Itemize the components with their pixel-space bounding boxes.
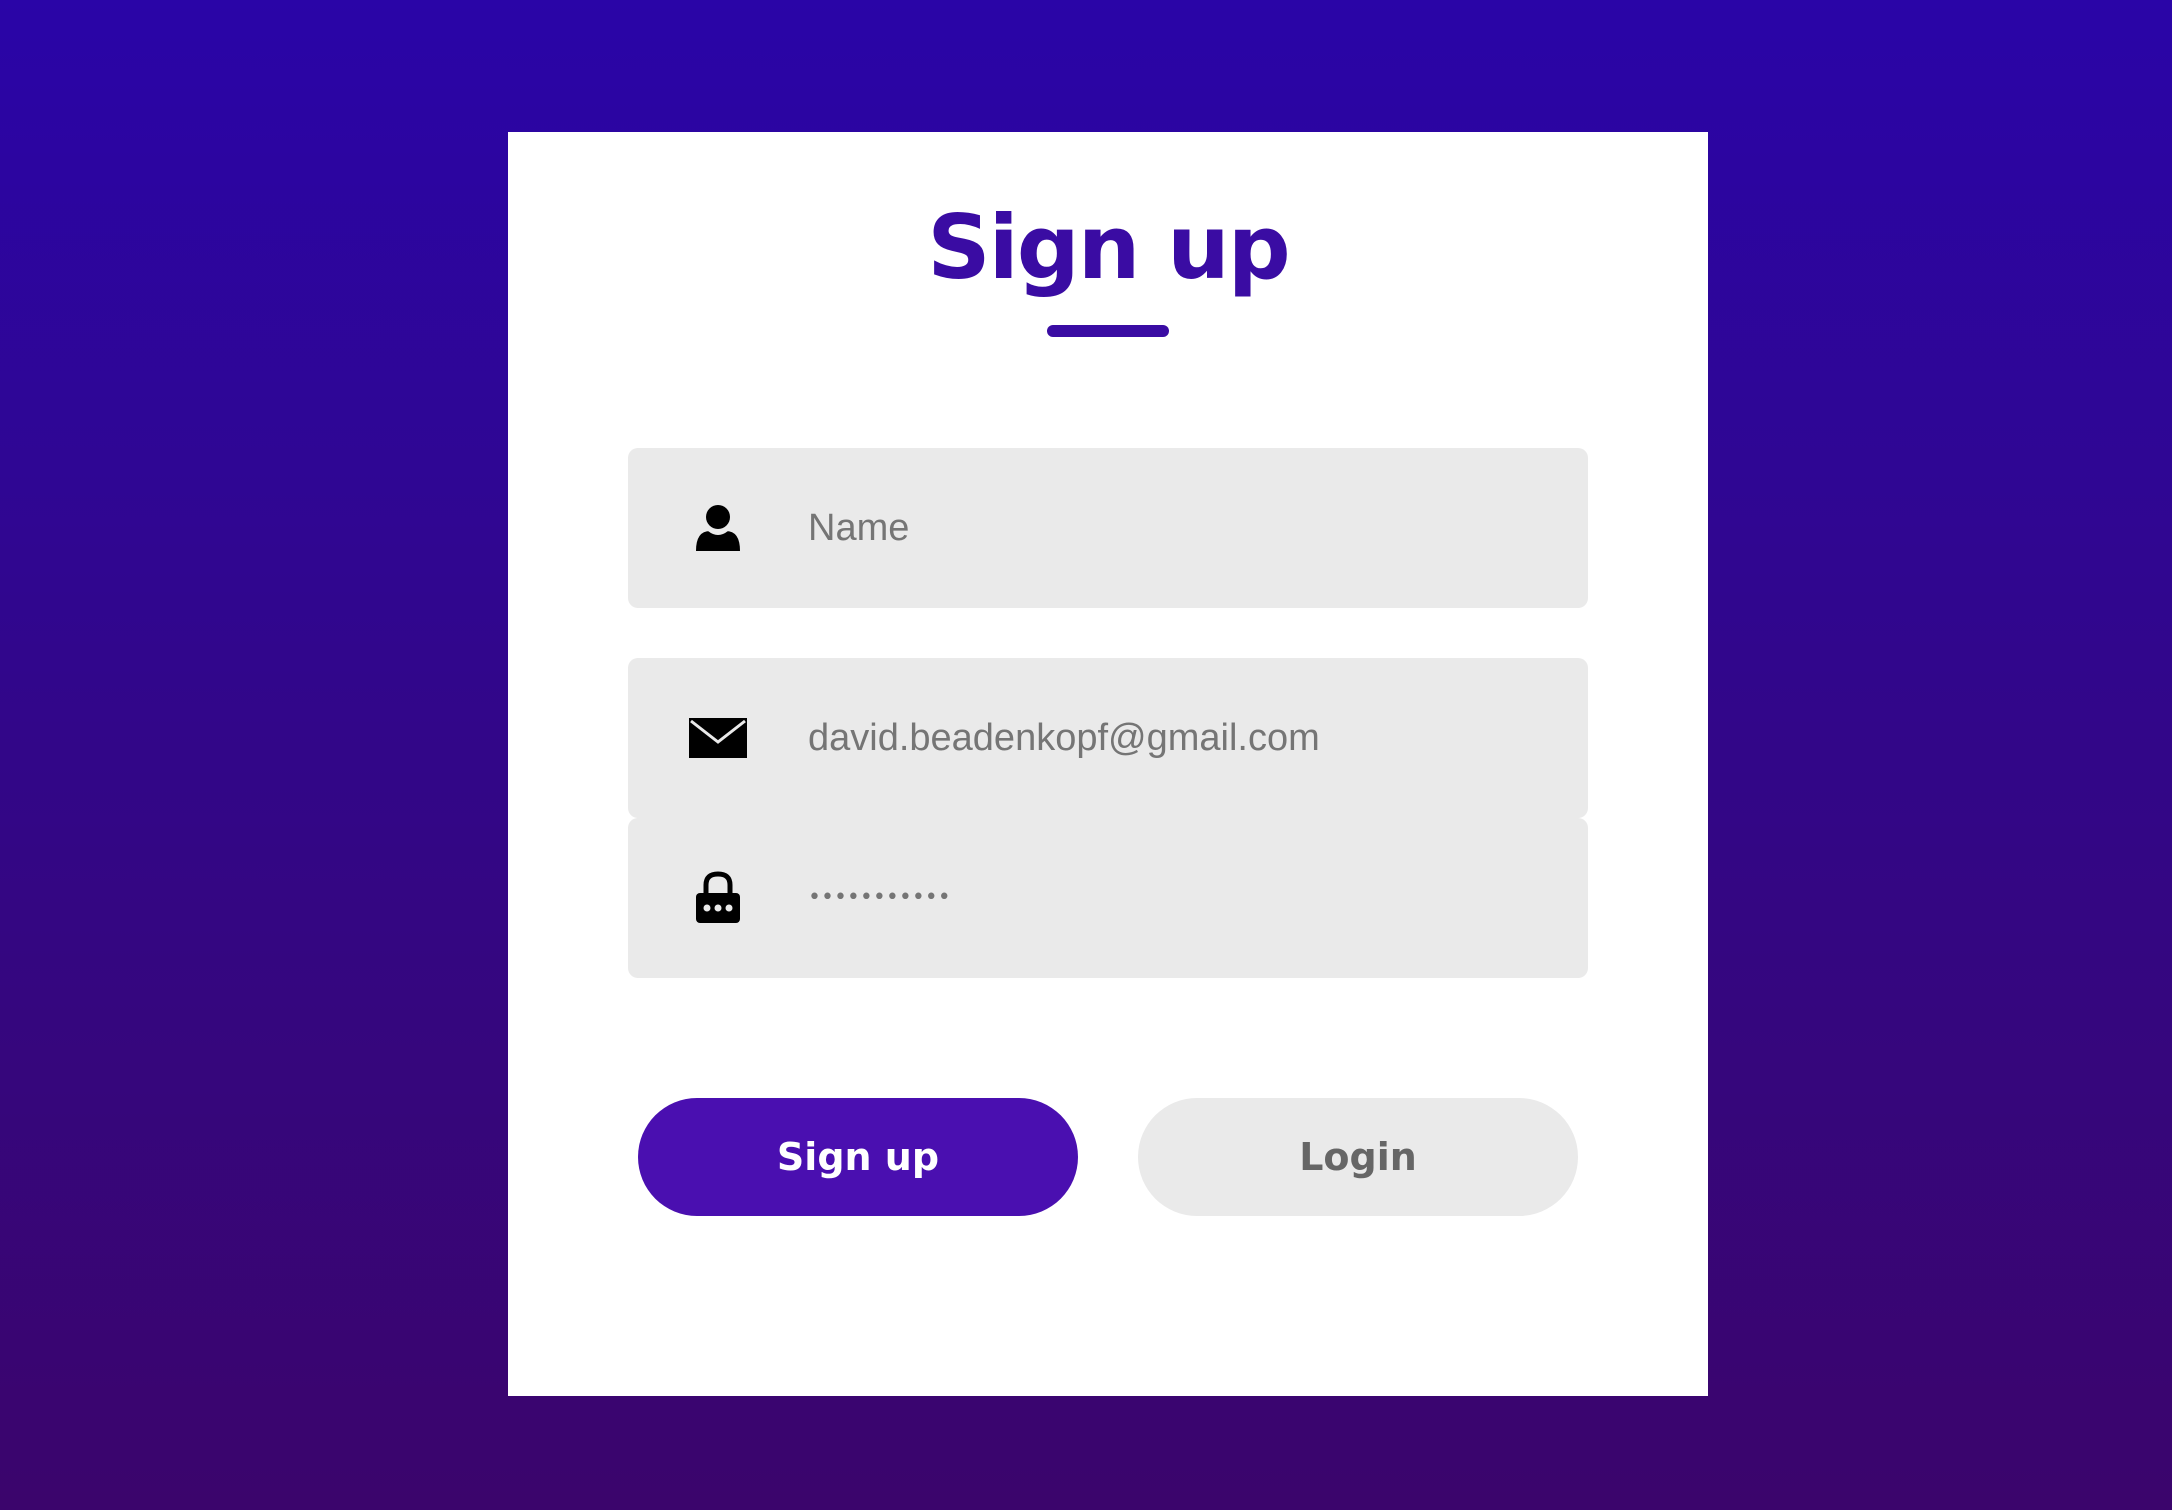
title-underline [1047, 325, 1169, 337]
name-field[interactable] [628, 448, 1588, 608]
person-icon [686, 496, 750, 560]
signup-card: Sign up Name david.beadenkopf@gmail.com … [508, 132, 1708, 1396]
page-title: Sign up [927, 196, 1290, 299]
login-button[interactable]: Login [1138, 1098, 1578, 1216]
lock-icon [686, 866, 750, 930]
signup-button[interactable]: Sign up [638, 1098, 1078, 1216]
password-input[interactable]: ••••••••••• [808, 818, 951, 978]
password-field[interactable]: ••••••••••• [628, 818, 1588, 978]
email-field[interactable] [628, 658, 1588, 818]
mail-icon [686, 706, 750, 770]
email-input[interactable] [808, 658, 1548, 818]
name-input[interactable] [808, 448, 1548, 608]
